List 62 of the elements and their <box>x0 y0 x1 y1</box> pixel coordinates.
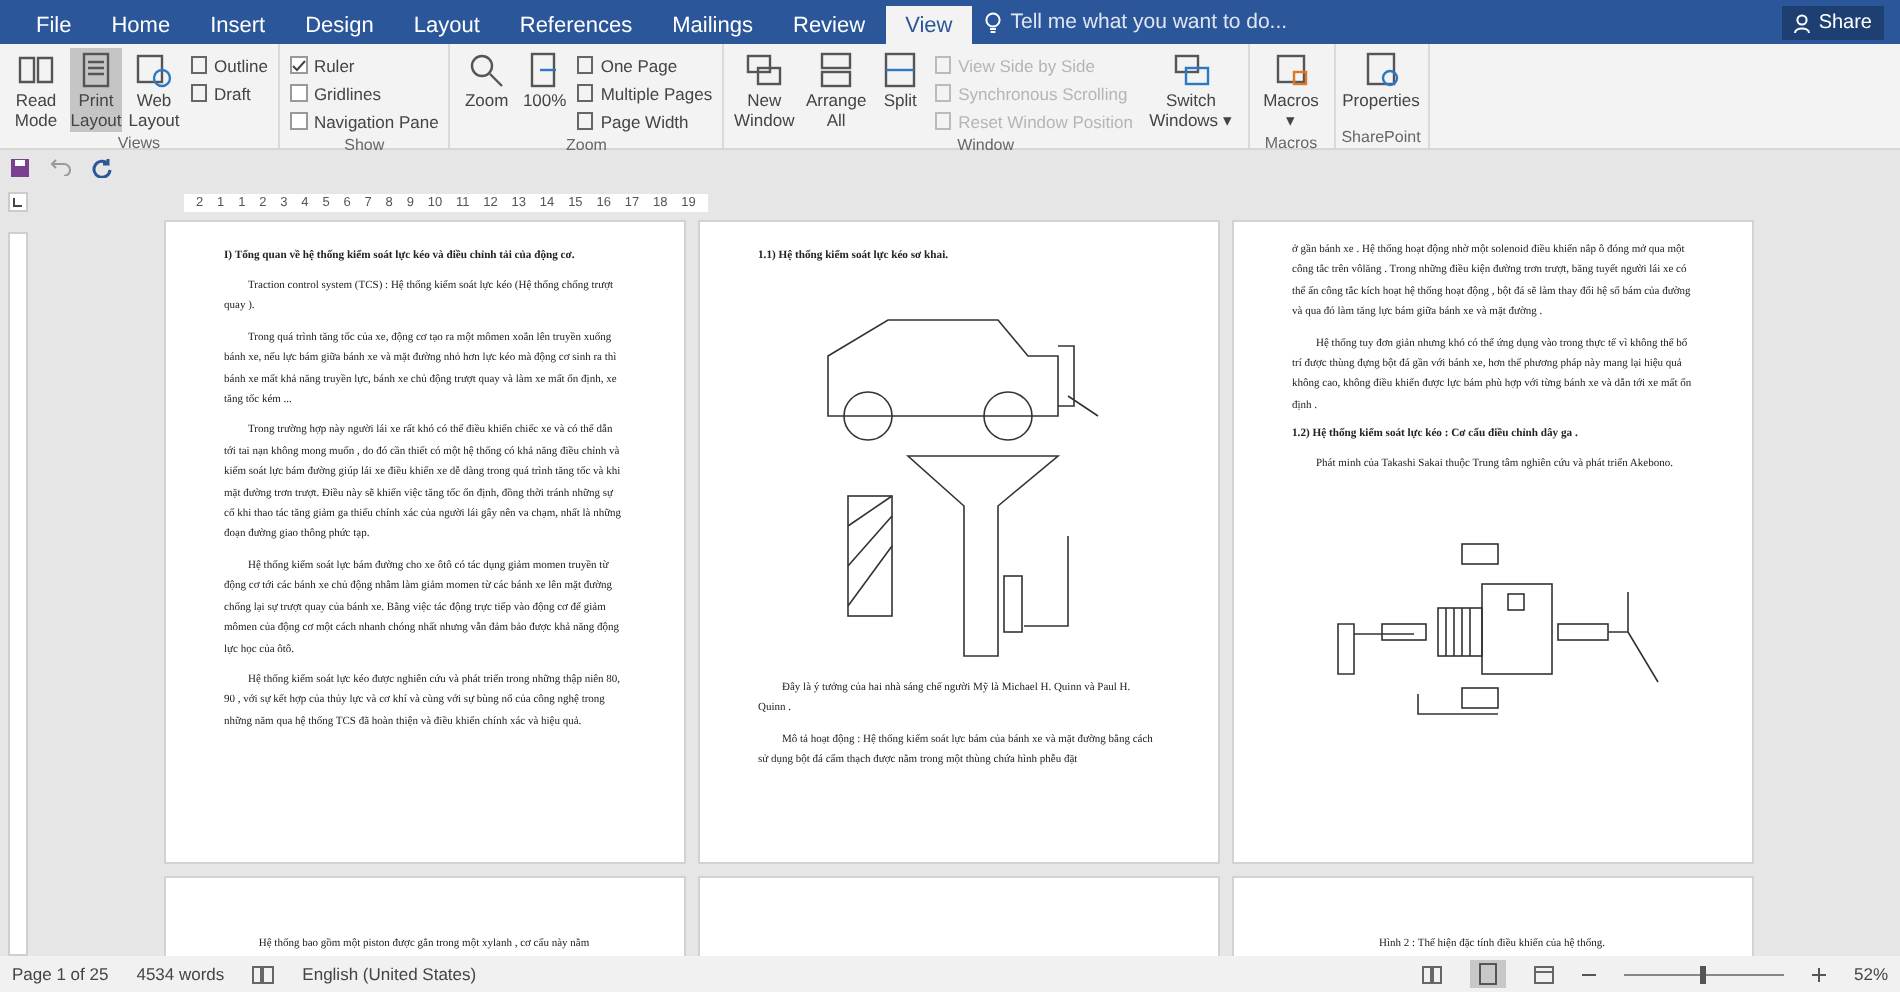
ribbon-button[interactable]: Switch Windows ▾ <box>1141 48 1241 134</box>
group-label: Window <box>955 134 1017 156</box>
group-label: Macros <box>1262 132 1320 154</box>
search-icon <box>466 50 507 90</box>
ribbon-tab[interactable]: File <box>16 6 92 44</box>
zoom-slider-thumb[interactable] <box>1700 965 1707 983</box>
ribbon-button[interactable]: Outline <box>186 52 272 78</box>
person-icon <box>1794 13 1813 33</box>
ribbon-button[interactable]: New Window <box>730 48 799 134</box>
word-count[interactable]: 4534 words <box>136 964 225 984</box>
ribbon-tab[interactable]: Review <box>773 6 886 44</box>
ribbon-button[interactable]: Arrange All <box>802 48 871 134</box>
ribbon-button[interactable]: Zoom <box>456 48 517 134</box>
ribbon-tab[interactable]: Insert <box>190 6 286 44</box>
checkbox-box[interactable] <box>289 84 308 102</box>
split-icon <box>880 50 921 90</box>
group-label: Zoom <box>563 134 609 156</box>
language[interactable]: English (United States) <box>302 964 477 984</box>
read-mode-icon[interactable] <box>1421 965 1442 983</box>
zoom-in-icon[interactable] <box>1811 967 1826 981</box>
windows-icon <box>744 50 785 90</box>
ribbon-tab[interactable]: View <box>885 6 973 44</box>
ribbon-button[interactable]: Read Mode <box>6 48 66 132</box>
redo-icon[interactable] <box>92 157 112 177</box>
save-icon[interactable] <box>10 157 30 177</box>
print-layout-icon[interactable] <box>1469 960 1506 988</box>
group-label: Show <box>342 134 387 156</box>
checkbox[interactable]: Navigation Pane <box>285 108 443 134</box>
windows-icon <box>1171 50 1211 90</box>
properties-icon <box>1361 50 1401 90</box>
web-layout-icon[interactable] <box>1533 965 1554 983</box>
checkbox[interactable]: Gridlines <box>285 80 443 106</box>
ribbon-button[interactable]: Properties <box>1341 48 1421 126</box>
checkbox-box[interactable] <box>289 112 308 130</box>
checkbox[interactable]: Ruler <box>285 52 443 78</box>
ribbon-button[interactable]: Print Layout <box>70 48 122 132</box>
ribbon-tab[interactable]: Layout <box>393 6 500 44</box>
checkmark-icon <box>291 59 306 71</box>
tab-selector-icon[interactable] <box>8 192 28 212</box>
ribbon-tab[interactable]: Design <box>285 6 394 44</box>
ribbon-tab[interactable]: Mailings <box>652 6 773 44</box>
ribbon-button[interactable]: Macros ▾ <box>1255 48 1327 132</box>
group-label: Views <box>115 132 163 154</box>
page-count[interactable]: Page 1 of 25 <box>12 964 109 984</box>
tell-me-field[interactable]: Tell me what you want to do... <box>1010 10 1288 34</box>
zoom-level[interactable]: 52% <box>1853 964 1888 984</box>
ribbon-button[interactable]: Page Width <box>572 108 717 134</box>
macro-icon <box>1271 50 1311 90</box>
windows-icon <box>816 50 857 90</box>
proofing-icon[interactable] <box>252 965 275 983</box>
ribbon-tab[interactable]: Home <box>91 6 191 44</box>
ribbon-button[interactable]: Multiple Pages <box>572 80 717 106</box>
ribbon-tab[interactable]: References <box>499 6 653 44</box>
ribbon-button[interactable]: One Page <box>572 52 717 78</box>
lightbulb-icon <box>984 11 1003 33</box>
ribbon-button[interactable]: Web Layout <box>126 48 182 132</box>
checkbox-box[interactable] <box>289 56 308 74</box>
group-label: SharePoint <box>1341 126 1421 148</box>
ribbon-button[interactable]: 100% <box>520 48 569 134</box>
share-button[interactable]: Share <box>1782 6 1884 40</box>
ribbon-button[interactable]: Draft <box>186 80 272 106</box>
ribbon-button[interactable]: Split <box>874 48 927 134</box>
